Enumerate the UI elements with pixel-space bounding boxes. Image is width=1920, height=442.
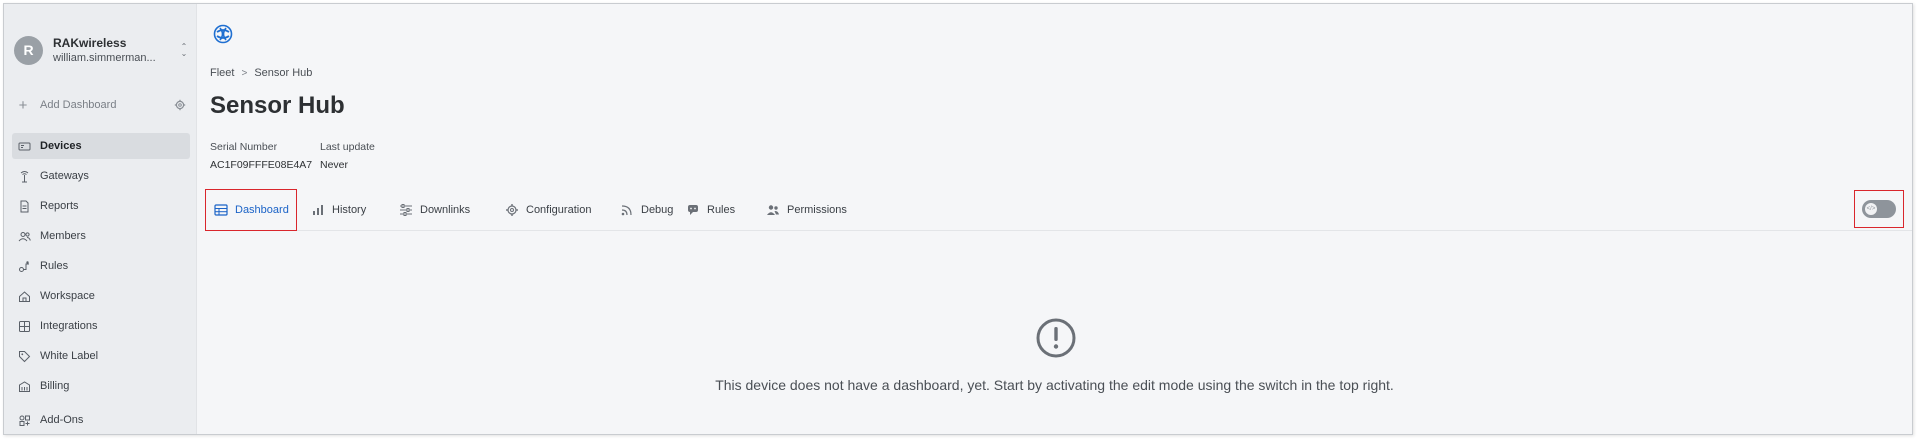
sidebar-item-label: Devices — [40, 140, 82, 152]
gear-icon — [505, 203, 519, 217]
sidebar-item-devices[interactable]: Devices — [12, 133, 190, 159]
sidebar-item-reports[interactable]: Reports — [12, 193, 190, 219]
sidebar-item-label: Integrations — [40, 320, 98, 332]
sidebar-item-billing[interactable]: Billing — [12, 373, 190, 399]
report-icon — [18, 200, 31, 213]
empty-state-message: This device does not have a dashboard, y… — [715, 377, 1394, 393]
tab-dashboard[interactable]: Dashboard — [205, 189, 297, 231]
chevron-right-icon: > — [241, 67, 248, 79]
tab-label: Rules — [707, 204, 736, 216]
sidebar-item-add-ons[interactable]: Add-Ons — [12, 407, 190, 433]
sidebar-nav: Devices Gateways Reports Members Rules W… — [12, 133, 190, 434]
tab-label: Downlinks — [420, 204, 471, 216]
rules-icon — [686, 203, 700, 217]
sidebar-item-rules[interactable]: Rules — [12, 253, 190, 279]
serial-number-value: AC1F09FFFE08E4A7 — [210, 159, 313, 171]
app-window: R RAKwireless william.simmerman... ⌃ ⌄ + … — [3, 3, 1913, 435]
last-update-value: Never — [320, 159, 349, 171]
last-update-label: Last update — [320, 141, 375, 153]
tab-bar: Dashboard History Downlinks Configuratio… — [205, 189, 1912, 231]
addons-icon — [18, 414, 31, 427]
tab-label: History — [332, 204, 367, 216]
devices-icon — [18, 140, 31, 153]
sidebar-item-white-label[interactable]: White Label — [12, 343, 190, 369]
sidebar-item-integrations[interactable]: Integrations — [12, 313, 190, 339]
edit-mode-toggle-highlight: </> — [1854, 190, 1904, 228]
add-dashboard-button[interactable]: + Add Dashboard — [16, 96, 186, 114]
tab-label: Dashboard — [235, 204, 289, 216]
avatar: R — [14, 35, 43, 65]
members-icon — [18, 230, 31, 243]
billing-icon — [18, 380, 31, 393]
bar-chart-icon — [311, 203, 325, 217]
sidebar-item-label: Reports — [40, 200, 79, 212]
sidebar: R RAKwireless william.simmerman... ⌃ ⌄ + … — [4, 4, 197, 434]
people-icon — [766, 203, 780, 217]
tab-label: Permissions — [787, 204, 847, 216]
integrations-icon — [18, 320, 31, 333]
sidebar-item-label: Add-Ons — [40, 414, 84, 426]
dashboard-icon — [214, 203, 228, 217]
sidebar-item-label: Gateways — [40, 170, 89, 182]
sidebar-item-label: Members — [40, 230, 86, 242]
sidebar-item-gateways[interactable]: Gateways — [12, 163, 190, 189]
tab-configuration[interactable]: Configuration — [497, 189, 599, 231]
code-icon: </> — [1865, 203, 1877, 215]
sidebar-item-label: Rules — [40, 260, 69, 272]
chevron-updown-icon[interactable]: ⌃ ⌄ — [178, 41, 190, 59]
org-switcher[interactable]: R RAKwireless william.simmerman... ⌃ ⌄ — [14, 30, 190, 70]
breadcrumb-fleet-link[interactable]: Fleet — [210, 67, 234, 79]
tab-rules[interactable]: Rules — [678, 189, 743, 231]
breadcrumb-current: Sensor Hub — [254, 67, 313, 79]
last-update-block: Last update Never — [320, 140, 375, 172]
rss-icon — [620, 203, 634, 217]
tab-debug[interactable]: Debug — [612, 189, 681, 231]
breadcrumb: Fleet > Sensor Hub — [210, 67, 312, 79]
rules-icon — [18, 260, 31, 273]
sliders-icon — [399, 203, 413, 217]
plus-icon: + — [18, 96, 28, 114]
tab-label: Debug — [641, 204, 674, 216]
brand-logo-icon — [213, 24, 233, 44]
serial-number-block: Serial Number AC1F09FFFE08E4A7 — [210, 140, 312, 172]
tab-permissions[interactable]: Permissions — [758, 189, 855, 231]
edit-mode-toggle[interactable]: </> — [1862, 200, 1896, 218]
gateway-icon — [18, 170, 31, 183]
gear-icon[interactable] — [174, 99, 186, 111]
tag-icon — [18, 350, 31, 363]
serial-number-label: Serial Number — [210, 141, 278, 153]
workspace-icon — [18, 290, 31, 303]
sidebar-item-label: Billing — [40, 380, 70, 392]
tab-history[interactable]: History — [303, 189, 374, 231]
tab-downlinks[interactable]: Downlinks — [391, 189, 478, 231]
sidebar-item-label: White Label — [40, 350, 99, 362]
add-dashboard-label: Add Dashboard — [40, 99, 117, 111]
org-user: william.simmerman... — [53, 51, 156, 64]
sidebar-item-members[interactable]: Members — [12, 223, 190, 249]
org-name: RAKwireless — [53, 35, 127, 50]
main-content: Fleet > Sensor Hub Sensor Hub Serial Num… — [197, 4, 1912, 434]
sidebar-item-workspace[interactable]: Workspace — [12, 283, 190, 309]
exclamation-circle-icon — [1036, 318, 1076, 358]
tab-label: Configuration — [526, 204, 592, 216]
page-title: Sensor Hub — [210, 92, 345, 119]
sidebar-item-label: Workspace — [40, 290, 95, 302]
